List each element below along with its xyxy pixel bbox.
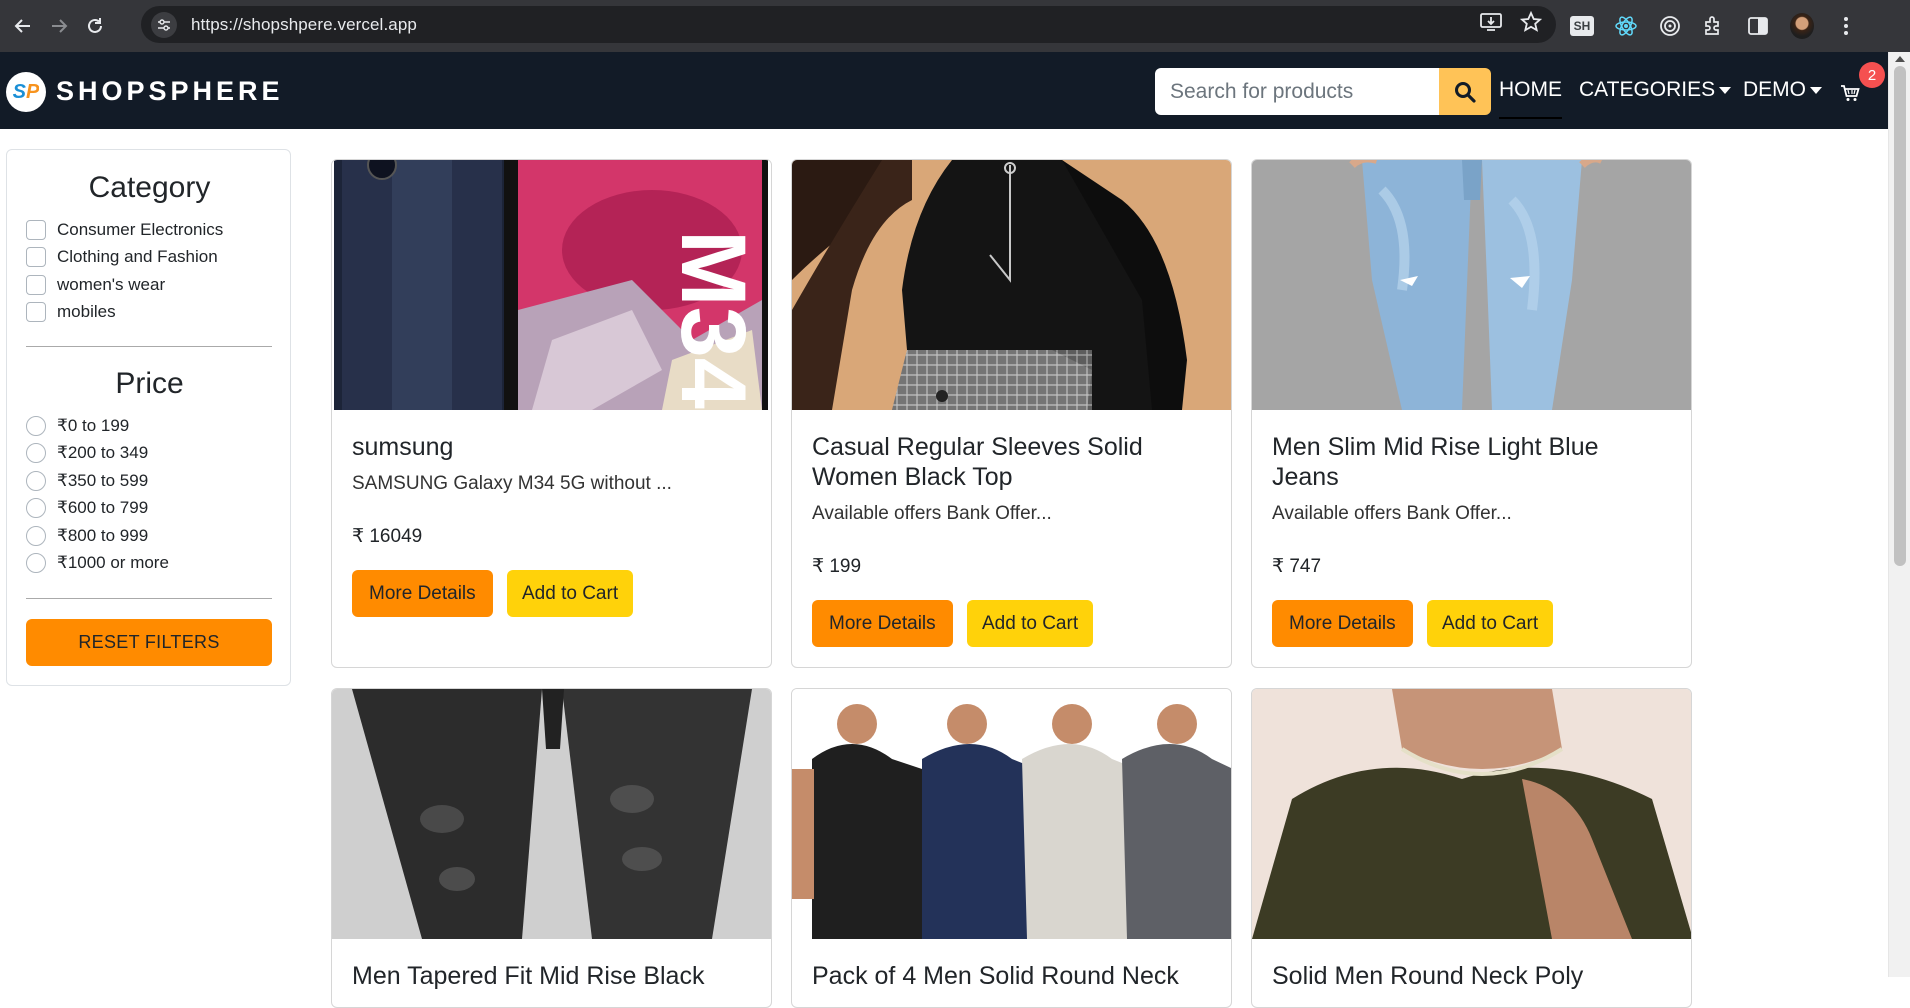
product-image[interactable] [792, 689, 1231, 939]
product-title[interactable]: Pack of 4 Men Solid Round Neck [812, 961, 1212, 991]
address-bar[interactable]: https://shopshpere.vercel.app [141, 6, 1556, 43]
url-text[interactable]: https://shopshpere.vercel.app [191, 15, 417, 35]
sh-extension-icon[interactable]: SH [1570, 14, 1594, 38]
browser-menu-icon[interactable] [1834, 14, 1858, 38]
divider [26, 346, 272, 347]
product-title[interactable]: Men Slim Mid Rise Light Blue Jeans [1272, 432, 1672, 492]
product-description: Available offers Bank Offer... [812, 503, 1052, 524]
product-image[interactable] [1252, 689, 1691, 939]
radio-button[interactable] [26, 443, 46, 463]
product-price: ₹ 16049 [352, 526, 423, 547]
checkbox[interactable] [26, 220, 46, 240]
radio-button[interactable] [26, 526, 46, 546]
category-filter-option[interactable]: Consumer Electronics [26, 220, 223, 240]
page-scrollbar[interactable] [1888, 52, 1910, 977]
nav-home[interactable]: HOME [1499, 78, 1562, 119]
bookmark-star-icon[interactable] [1519, 10, 1543, 38]
cart-icon[interactable] [1840, 84, 1860, 107]
product-title[interactable]: sumsung [352, 432, 752, 462]
reset-filters-button[interactable]: RESET FILTERS [26, 619, 272, 666]
category-filter-option[interactable]: women's wear [26, 275, 165, 295]
search-button[interactable] [1439, 68, 1491, 115]
nav-demo-dropdown[interactable]: DEMO [1743, 78, 1822, 102]
radio-button[interactable] [26, 498, 46, 518]
react-devtools-icon[interactable] [1614, 14, 1638, 38]
product-image[interactable] [332, 689, 771, 939]
checkbox[interactable] [26, 275, 46, 295]
caret-down-icon [1719, 86, 1732, 94]
site-logo[interactable]: SP [6, 72, 46, 112]
product-image[interactable] [792, 160, 1231, 410]
price-filter-option[interactable]: ₹350 to 599 [26, 471, 148, 491]
radio-button[interactable] [26, 471, 46, 491]
checkbox[interactable] [26, 247, 46, 267]
forward-icon[interactable] [46, 13, 72, 39]
search-input[interactable] [1155, 68, 1439, 115]
browser-toolbar: https://shopshpere.vercel.app SH [0, 0, 1910, 52]
price-filter-option[interactable]: ₹0 to 199 [26, 416, 129, 436]
radio-button[interactable] [26, 416, 46, 436]
price-filter-option[interactable]: ₹600 to 799 [26, 498, 148, 518]
category-heading: Category [88, 171, 211, 204]
caret-down-icon [1810, 86, 1822, 94]
more-details-button[interactable]: More Details [352, 570, 493, 617]
add-to-cart-button[interactable]: Add to Cart [507, 570, 634, 617]
add-to-cart-button[interactable]: Add to Cart [967, 600, 1094, 647]
product-card: Men Tapered Fit Mid Rise Black [331, 688, 772, 1008]
product-price: ₹ 747 [1272, 556, 1322, 577]
price-filter-option[interactable]: ₹1000 or more [26, 553, 169, 573]
search-icon [1455, 81, 1476, 103]
reload-icon[interactable] [82, 13, 108, 39]
product-price: ₹ 199 [812, 556, 862, 577]
product-card: M34 sumsung SAMSUNG Galaxy M34 5G withou… [331, 159, 772, 668]
checkbox[interactable] [26, 302, 46, 322]
nav-categories-dropdown[interactable]: CATEGORIES [1579, 78, 1732, 102]
cart-count-badge: 2 [1859, 62, 1885, 88]
price-filter-option[interactable]: ₹800 to 999 [26, 526, 148, 546]
product-image[interactable] [1252, 160, 1691, 410]
svg-text:M34: M34 [662, 230, 764, 409]
back-icon[interactable] [10, 13, 36, 39]
more-details-button[interactable]: More Details [812, 600, 953, 647]
site-navbar: SP SHOPSPHERE HOME CATEGORIES DEMO 2 [0, 52, 1888, 129]
price-heading: Price [115, 367, 184, 400]
install-app-icon[interactable] [1480, 12, 1502, 37]
site-settings-icon[interactable] [151, 11, 177, 38]
profile-avatar[interactable] [1790, 13, 1814, 39]
target-extension-icon[interactable] [1658, 14, 1682, 38]
extensions-puzzle-icon[interactable] [1702, 14, 1726, 38]
more-details-button[interactable]: More Details [1272, 600, 1413, 647]
product-card: Men Slim Mid Rise Light Blue Jeans Avail… [1251, 159, 1692, 668]
product-description: Available offers Bank Offer... [1272, 503, 1512, 524]
product-image[interactable]: M34 [332, 160, 771, 410]
product-description: SAMSUNG Galaxy M34 5G without ... [352, 473, 672, 494]
scroll-up-arrow-icon[interactable] [1895, 56, 1905, 62]
product-title[interactable]: Casual Regular Sleeves Solid Women Black… [812, 432, 1212, 492]
scrollbar-thumb[interactable] [1894, 66, 1906, 566]
product-title[interactable]: Solid Men Round Neck Poly [1272, 961, 1672, 991]
category-filter-option[interactable]: mobiles [26, 302, 116, 322]
divider [26, 598, 272, 599]
side-panel-icon[interactable] [1746, 14, 1770, 38]
filter-sidebar: Category Consumer Electronics Clothing a… [6, 149, 291, 686]
add-to-cart-button[interactable]: Add to Cart [1427, 600, 1554, 647]
product-card: Pack of 4 Men Solid Round Neck [791, 688, 1232, 1008]
radio-button[interactable] [26, 553, 46, 573]
category-filter-option[interactable]: Clothing and Fashion [26, 247, 218, 267]
price-filter-option[interactable]: ₹200 to 349 [26, 443, 148, 463]
product-card: Solid Men Round Neck Poly [1251, 688, 1692, 1008]
product-card: Casual Regular Sleeves Solid Women Black… [791, 159, 1232, 668]
product-title[interactable]: Men Tapered Fit Mid Rise Black [352, 961, 752, 991]
brand-name[interactable]: SHOPSPHERE [56, 76, 284, 107]
